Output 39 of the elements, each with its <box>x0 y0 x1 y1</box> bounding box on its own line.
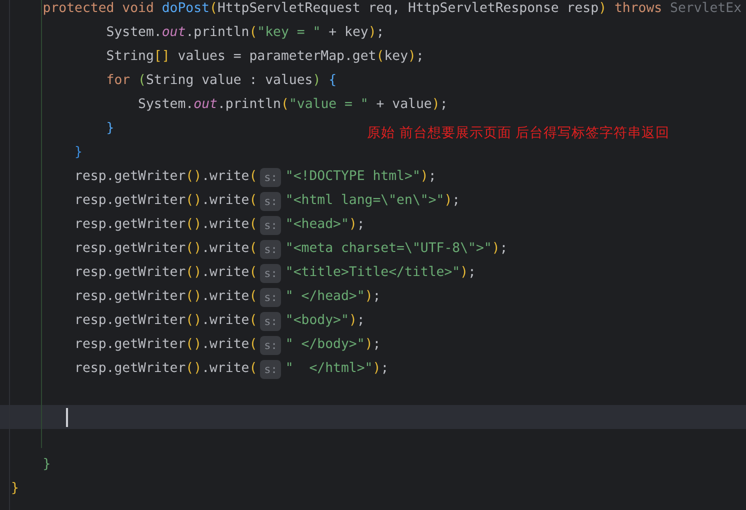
code-text: resp.getWriter().write( <box>74 192 258 210</box>
parameter-hint: s: <box>260 312 282 330</box>
code-text: " </html>"); <box>285 360 389 378</box>
parameter-hint: s: <box>260 168 282 186</box>
parameter-hint: s: <box>260 360 282 378</box>
code-text: System.out.println("key = " + key); <box>105 24 384 42</box>
text-cursor <box>66 408 68 426</box>
parameter-hint: s: <box>260 288 282 306</box>
code-text: System.out.println("value = " + value); <box>137 96 448 114</box>
code-text: resp.getWriter().write( <box>74 168 258 186</box>
code-text: } <box>105 120 114 138</box>
code-text: for (String value : values) { <box>105 72 337 90</box>
annotation-text: 原始 前台想要展示页面 后台得写标签字符串返回 <box>367 124 670 142</box>
code-text: resp.getWriter().write( <box>74 288 258 306</box>
code-text: resp.getWriter().write( <box>74 336 258 354</box>
code-text: resp.getWriter().write( <box>74 312 258 330</box>
code-text: " </head>"); <box>285 288 381 306</box>
code-text: } <box>74 144 82 162</box>
code-text: "<title>Title</title>"); <box>285 264 476 282</box>
code-text: } <box>11 480 19 498</box>
code-text: resp.getWriter().write( <box>74 216 258 234</box>
code-editor[interactable] <box>0 0 746 510</box>
code-text: "<head>"); <box>285 216 365 234</box>
code-text: resp.getWriter().write( <box>74 264 258 282</box>
parameter-hint: s: <box>260 336 282 354</box>
parameter-hint: s: <box>260 192 282 210</box>
code-text: " </body>"); <box>285 336 381 354</box>
code-text: protected void doPost(HttpServletRequest req, HttpServletResponse resp) throws ServletEx <box>42 0 742 18</box>
code-text: resp.getWriter().write( <box>74 240 258 258</box>
code-text: "<body>"); <box>285 312 365 330</box>
code-text: resp.getWriter().write( <box>74 360 258 378</box>
parameter-hint: s: <box>260 216 282 234</box>
code-text: String[] values = parameterMap.get(key); <box>105 48 424 66</box>
parameter-hint: s: <box>260 264 282 282</box>
code-text: } <box>42 456 51 474</box>
code-text: "<meta charset=\"UTF-8\">"); <box>285 240 508 258</box>
code-text: "<html lang=\"en\">"); <box>285 192 460 210</box>
parameter-hint: s: <box>260 240 282 258</box>
code-text: "<!DOCTYPE html>"); <box>285 168 436 186</box>
